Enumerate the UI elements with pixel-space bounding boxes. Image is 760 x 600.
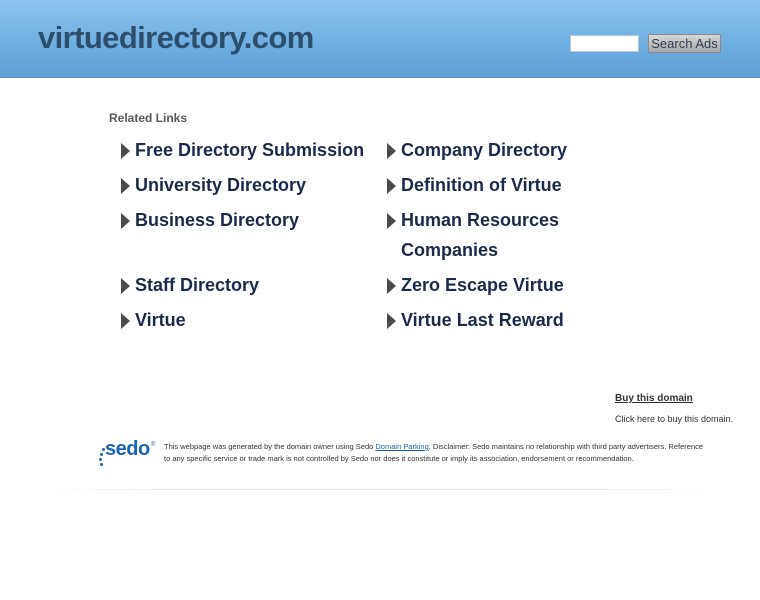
related-link-text[interactable]: Free Directory Submission <box>135 135 368 165</box>
related-link[interactable]: Zero Escape Virtue <box>384 270 584 300</box>
arrow-right-icon <box>387 143 396 159</box>
disclaimer-text-pre: This webpage was generated by the domain… <box>164 442 376 451</box>
related-link[interactable]: Human Resources Companies <box>384 205 584 265</box>
arrow-right-icon <box>121 213 130 229</box>
related-link-text[interactable]: University Directory <box>135 170 368 200</box>
arrow-right-icon <box>387 313 396 329</box>
related-link[interactable]: Business Directory <box>118 205 368 235</box>
related-link[interactable]: Virtue Last Reward <box>384 305 584 335</box>
related-link[interactable]: Definition of Virtue <box>384 170 584 200</box>
arrow-right-icon <box>121 143 130 159</box>
arrow-right-icon <box>387 178 396 194</box>
related-link-text[interactable]: Staff Directory <box>135 270 368 300</box>
footer-divider <box>40 489 722 490</box>
sedo-disclaimer: This webpage was generated by the domain… <box>164 441 704 465</box>
arrow-right-icon <box>387 213 396 229</box>
related-link[interactable]: University Directory <box>118 170 368 200</box>
buy-domain-subtext[interactable]: Click here to buy this domain. <box>615 414 733 424</box>
related-links-left-column: Free Directory Submission University Dir… <box>118 135 368 340</box>
search-ads-button[interactable]: Search Ads <box>648 34 721 53</box>
search-input[interactable] <box>570 35 639 52</box>
site-title[interactable]: virtuedirectory.com <box>38 20 314 56</box>
arrow-right-icon <box>121 313 130 329</box>
related-link[interactable]: Free Directory Submission <box>118 135 368 165</box>
related-link[interactable]: Virtue <box>118 305 368 335</box>
related-links-heading: Related Links <box>109 111 188 125</box>
related-link-text[interactable]: Human Resources Companies <box>401 205 584 265</box>
related-link-text[interactable]: Zero Escape Virtue <box>401 270 584 300</box>
domain-parking-link[interactable]: Domain Parking <box>375 442 428 451</box>
related-links-right-column: Company Directory Definition of Virtue H… <box>384 135 584 340</box>
related-link[interactable]: Company Directory <box>384 135 584 165</box>
related-link[interactable]: Staff Directory <box>118 270 368 300</box>
related-link-text[interactable]: Business Directory <box>135 205 368 235</box>
arrow-right-icon <box>121 178 130 194</box>
arrow-right-icon <box>387 278 396 294</box>
buy-domain-link[interactable]: Buy this domain <box>615 393 693 404</box>
sedo-logo[interactable]: sedo ® <box>98 438 158 468</box>
arrow-right-icon <box>121 278 130 294</box>
header-banner: virtuedirectory.com Search Ads <box>0 0 760 78</box>
related-link-text[interactable]: Definition of Virtue <box>401 170 584 200</box>
registered-mark: ® <box>151 442 156 448</box>
related-link-text[interactable]: Virtue <box>135 305 368 335</box>
related-link-text[interactable]: Company Directory <box>401 135 584 165</box>
sedo-logo-text: sedo <box>105 438 150 460</box>
related-link-text[interactable]: Virtue Last Reward <box>401 305 584 335</box>
